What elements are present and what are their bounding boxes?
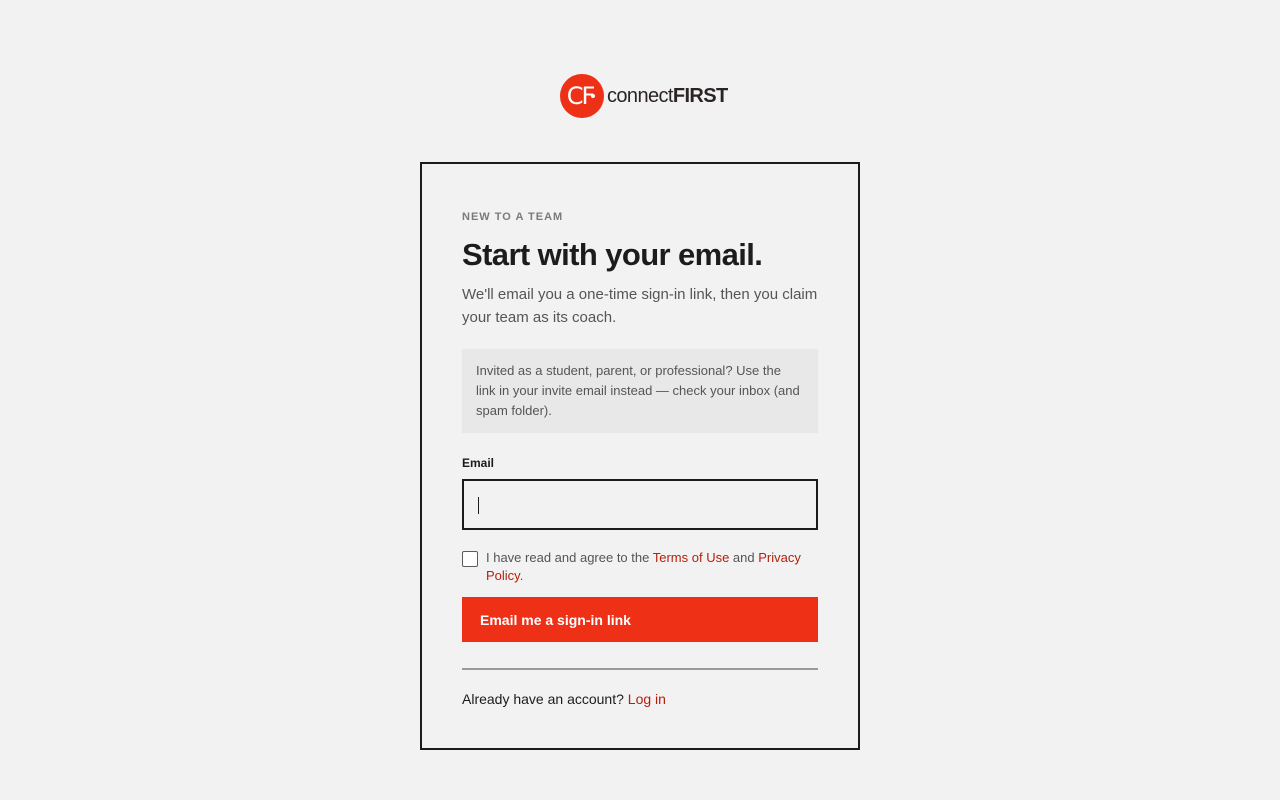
terms-prefix: I have read and agree to the (486, 550, 653, 565)
logo-mark-text: CF (566, 82, 596, 110)
terms-suffix: . (519, 568, 524, 583)
logo-mark-dot (591, 94, 595, 98)
login-prompt: Already have an account? Log in (462, 691, 666, 707)
terms-agreement: I have read and agree to the Terms of Us… (462, 549, 818, 585)
email-field[interactable] (462, 479, 818, 530)
invite-notice: Invited as a student, parent, or profess… (462, 349, 818, 433)
logo-mark-icon: CF (560, 74, 604, 118)
page-subtitle: We'll email you a one-time sign-in link,… (462, 286, 818, 326)
logo-word-bold: FIRST (672, 84, 728, 107)
page: CF connectFIRST NEW TO A TEAM Start with… (0, 0, 1280, 800)
terms-of-use-link[interactable]: Terms of Use (653, 550, 730, 565)
logo-wordmark: connectFIRST (607, 85, 728, 108)
eyebrow-label: NEW TO A TEAM (462, 211, 564, 223)
terms-middle: and (729, 550, 759, 565)
logo-word-regular: connect (607, 84, 673, 107)
log-in-link[interactable]: Log in (628, 691, 666, 707)
page-title: Start with your email. (462, 237, 763, 272)
brand-logo[interactable]: CF connectFIRST (560, 73, 728, 119)
email-sign-in-link-button[interactable]: Email me a sign-in link (462, 597, 818, 642)
terms-agreement-text: I have read and agree to the Terms of Us… (486, 549, 818, 585)
text-caret (478, 497, 479, 514)
terms-checkbox[interactable] (462, 551, 478, 567)
divider (462, 668, 818, 670)
email-label: Email (462, 456, 495, 470)
login-prompt-text: Already have an account? (462, 691, 628, 707)
signup-card: NEW TO A TEAM Start with your email. We'… (420, 162, 860, 750)
